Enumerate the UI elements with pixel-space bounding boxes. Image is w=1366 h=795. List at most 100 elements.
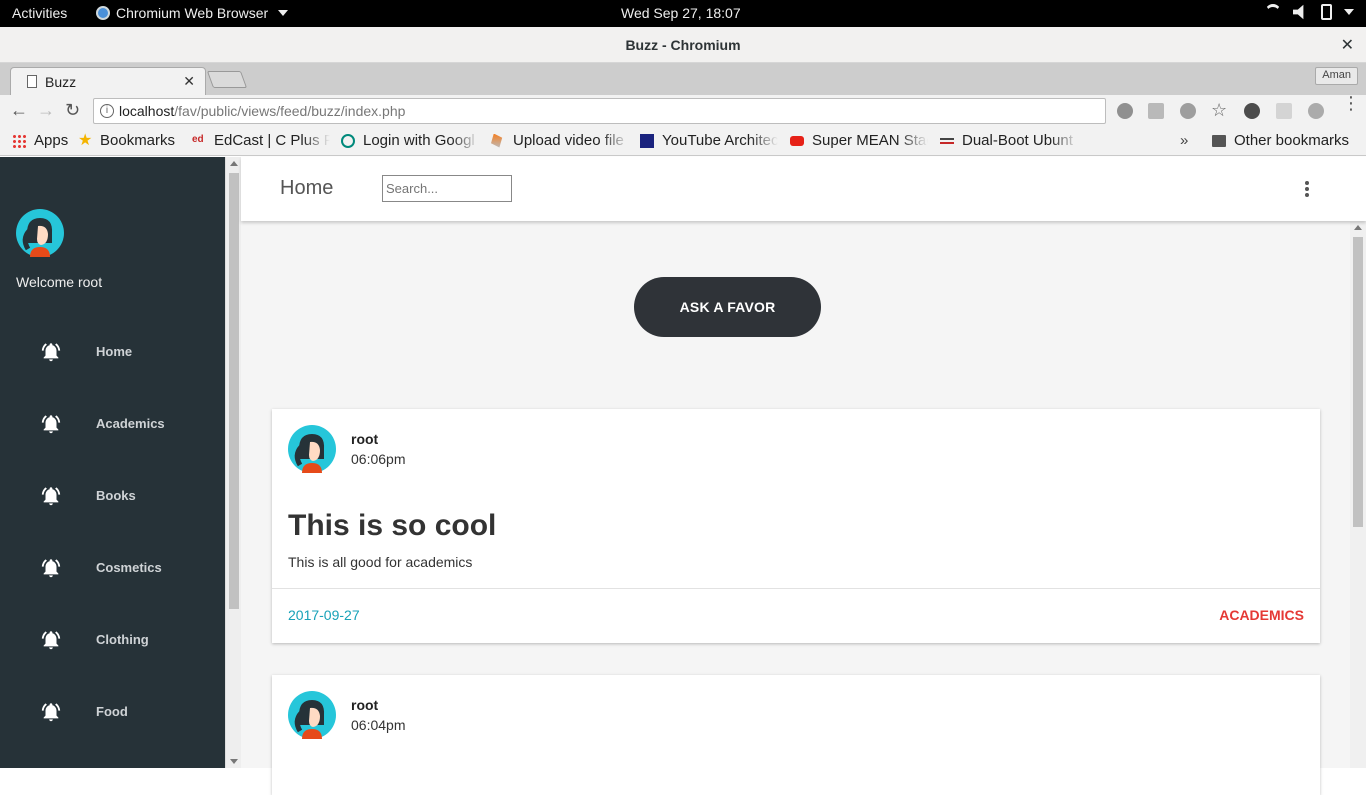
avatar[interactable] [288, 691, 336, 744]
bookmark-label: EdCast | C Plus P [214, 132, 330, 149]
post-date: 2017-09-27 [288, 607, 360, 623]
url-text: localhost/fav/public/views/feed/buzz/ind… [119, 103, 405, 119]
star-icon: ★ [78, 132, 93, 149]
post-author[interactable]: root [351, 697, 378, 713]
tab-buzz[interactable]: Buzz ✕ [10, 67, 206, 95]
post-category[interactable]: ACADEMICS [1219, 607, 1304, 623]
youtube-icon [790, 135, 804, 146]
scrollbar-thumb[interactable] [1353, 237, 1363, 527]
post-card: root 06:06pm This is so cool This is all… [272, 409, 1320, 643]
bookmark-label: Apps [34, 132, 69, 149]
bell-icon [41, 487, 61, 506]
avatar[interactable] [288, 425, 336, 478]
welcome-text: Welcome root [16, 274, 103, 290]
window-title: Buzz - Chromium [625, 37, 741, 53]
edcast-icon: ed [192, 133, 204, 145]
header-home-link[interactable]: Home [280, 177, 333, 200]
back-arrow-icon[interactable]: ← [10, 100, 28, 121]
bookmark-label: Bookmarks [100, 132, 176, 149]
sidebar-item-academics[interactable]: Academics [0, 403, 225, 443]
extension-icon[interactable] [1244, 103, 1260, 119]
scrollbar-thumb[interactable] [229, 173, 239, 609]
divider [272, 588, 1320, 589]
post-time: 06:04pm [351, 717, 406, 733]
new-tab-button[interactable] [206, 71, 248, 88]
chevron-down-icon [278, 10, 289, 16]
activities-button[interactable]: Activities [12, 5, 67, 21]
extension-icon[interactable] [1180, 103, 1196, 119]
post-title[interactable]: This is so cool [288, 509, 496, 543]
bookmark-item[interactable]: YouTube Architec [640, 132, 778, 149]
bookmark-label: YouTube Architec [662, 132, 778, 149]
clock[interactable]: Wed Sep 27, 18:07 [621, 5, 741, 21]
avatar[interactable] [16, 209, 64, 262]
more-vert-icon[interactable] [1304, 181, 1310, 199]
volume-icon [1293, 4, 1304, 20]
page-header: Home [241, 157, 1366, 221]
forward-arrow-icon[interactable]: → [37, 100, 55, 121]
window-close-button[interactable]: ✕ [1341, 35, 1354, 55]
other-bookmarks[interactable]: Other bookmarks [1212, 132, 1349, 149]
youtube-architecture-icon [640, 133, 654, 148]
info-icon[interactable]: i [100, 104, 114, 118]
sidebar-item-cosmetics[interactable]: Cosmetics [0, 547, 225, 587]
search-input[interactable] [382, 175, 512, 202]
bookmarks-overflow-button[interactable]: » [1180, 132, 1188, 149]
dualboot-icon [940, 137, 954, 144]
bookmark-apps[interactable]: Apps [12, 132, 68, 149]
sidebar-item-label: Home [96, 344, 133, 359]
sidebar-item-home[interactable]: Home [0, 331, 225, 371]
extension-icon[interactable] [1308, 103, 1324, 119]
post-body: This is all good for academics [288, 554, 473, 570]
battery-icon [1321, 4, 1332, 20]
bookmark-star-icon[interactable]: ☆ [1211, 100, 1227, 121]
page-icon [27, 75, 37, 88]
reload-icon[interactable]: ↻ [65, 100, 80, 121]
bookmark-item[interactable]: Super MEAN Stac [790, 132, 928, 149]
sidebar-item-clothing[interactable]: Clothing [0, 619, 225, 659]
sidebar-item-food[interactable]: Food [0, 691, 225, 731]
url-host: localhost [119, 103, 175, 119]
profile-button[interactable]: Aman [1315, 67, 1358, 85]
login-icon [341, 133, 355, 148]
scroll-down-icon[interactable] [230, 759, 238, 764]
app-menu[interactable]: Chromium Web Browser [96, 5, 289, 21]
sidebar-item-label: Cosmetics [96, 560, 162, 575]
main-scrollbar[interactable] [1350, 221, 1366, 768]
bookmark-item[interactable]: Login with Googl [341, 132, 479, 149]
chromium-icon [96, 6, 110, 20]
sidebar-scrollbar[interactable] [225, 157, 241, 768]
extension-icon[interactable] [1148, 103, 1164, 119]
scroll-up-icon[interactable] [1354, 225, 1362, 230]
bookmark-item[interactable]: ed EdCast | C Plus P [192, 132, 330, 149]
tab-strip: Buzz ✕ Aman [0, 63, 1366, 95]
address-bar[interactable]: i localhost/fav/public/views/feed/buzz/i… [93, 98, 1106, 124]
tab-close-button[interactable]: ✕ [183, 73, 195, 90]
sidebar-item-label: Clothing [96, 632, 149, 647]
sidebar: Welcome root Home Academics Books Cosmet… [0, 157, 225, 768]
sidebar-item-books[interactable]: Books [0, 475, 225, 515]
bell-icon [41, 415, 61, 434]
url-path: /fav/public/views/feed/buzz/index.php [174, 103, 406, 119]
system-top-bar: Activities Chromium Web Browser Wed Sep … [0, 0, 1366, 27]
ask-favor-button[interactable]: ASK A FAVOR [634, 277, 821, 337]
chevron-down-icon [1344, 9, 1354, 15]
extension-icon[interactable] [1276, 103, 1292, 119]
apps-grid-icon [12, 133, 26, 148]
extension-icon[interactable] [1117, 103, 1133, 119]
system-tray[interactable] [1265, 4, 1354, 20]
user-avatar-icon [288, 425, 336, 473]
browser-menu-icon[interactable]: ⋮ [1342, 94, 1360, 112]
sidebar-item-label: Academics [96, 416, 165, 431]
main-content: Home ASK A FAVOR root 06:06pm This is so… [241, 157, 1366, 795]
sidebar-item-label: Books [96, 488, 136, 503]
bookmark-label: Login with Googl [363, 132, 475, 149]
bookmark-item[interactable]: Upload video file [491, 132, 629, 149]
post-author[interactable]: root [351, 431, 378, 447]
scroll-up-icon[interactable] [230, 161, 238, 166]
bookmark-label: Other bookmarks [1234, 132, 1350, 149]
post-card: root 06:04pm [272, 675, 1320, 795]
window-titlebar: Buzz - Chromium ✕ [0, 27, 1366, 63]
bookmark-item[interactable]: Dual-Boot Ubunt [940, 132, 1078, 149]
bookmark-item[interactable]: ★ Bookmarks [78, 132, 175, 149]
